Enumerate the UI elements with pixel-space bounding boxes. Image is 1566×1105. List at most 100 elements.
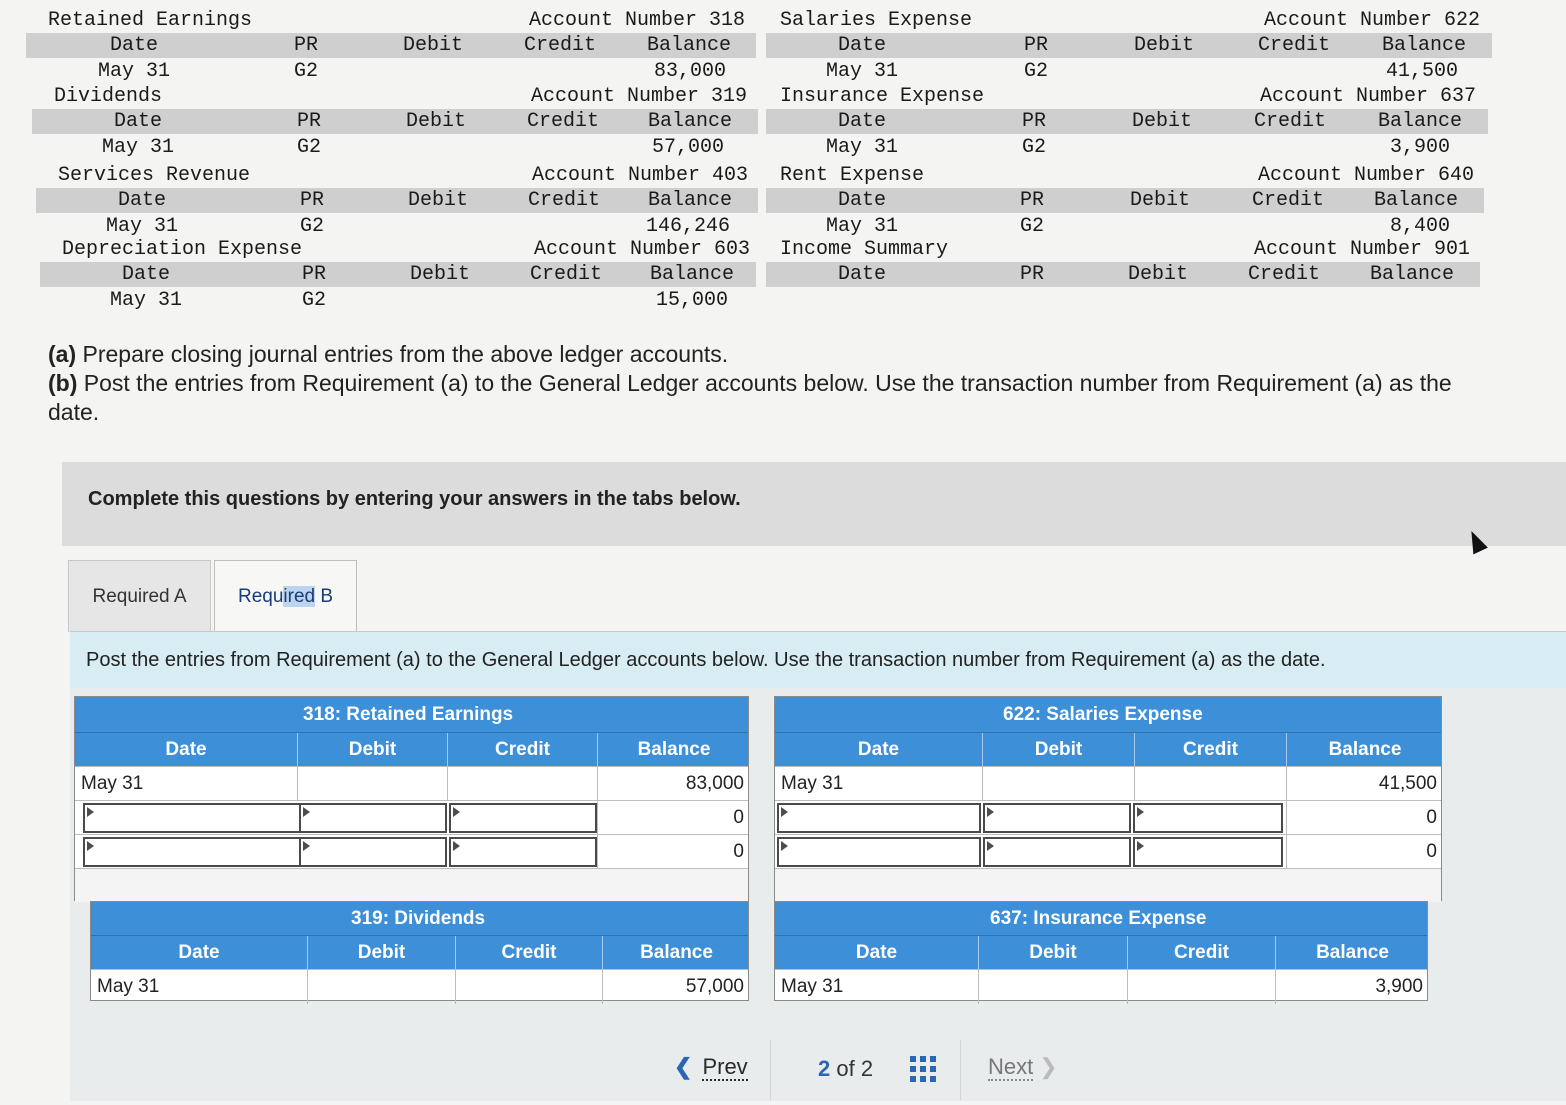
ledger-account-number: Account Number 640 (1258, 164, 1475, 187)
date-input[interactable] (83, 837, 301, 867)
date-input[interactable] (83, 803, 301, 833)
ledger-retained-earnings: Retained Earnings Account Number 318 Date… (26, 8, 756, 84)
ledger-depreciation-expense: Depreciation Expense Account Number 603 D… (40, 237, 756, 313)
row-debit (307, 970, 455, 1004)
ledger-row-pr: G2 (300, 215, 325, 238)
tab-required-a-label: Required A (92, 586, 187, 607)
next-button[interactable]: Next ❯ (988, 1054, 1058, 1081)
credit-input[interactable] (1133, 803, 1283, 833)
row-credit (455, 970, 602, 1004)
ledger-col-balance: Balance (1370, 263, 1455, 286)
col-credit: Credit (455, 936, 602, 970)
row-balance: 0 (1286, 835, 1443, 869)
table-row: 0 (75, 834, 748, 869)
col-balance: Balance (1275, 936, 1429, 970)
row-date: May 31 (81, 773, 144, 794)
ledger-col-debit: Debit (1128, 263, 1189, 286)
col-debit: Debit (982, 733, 1134, 767)
row-date: May 31 (781, 976, 844, 997)
row-balance: 57,000 (602, 970, 750, 1004)
next-label: Next (988, 1054, 1034, 1081)
ledger-account-number: Account Number 319 (531, 85, 748, 108)
pager-divider (770, 1040, 771, 1100)
instruction-b-text: Post the entries from Requirement (a) to… (48, 370, 1452, 425)
ledger-col-balance: Balance (647, 34, 732, 57)
ledger-account-number: Account Number 603 (534, 238, 751, 261)
tab-required-a[interactable]: Required A (68, 560, 211, 632)
row-date: May 31 (97, 976, 160, 997)
ledger-account-name: Income Summary (780, 238, 949, 261)
ledger-account-number: Account Number 318 (529, 9, 746, 32)
ledger-col-date: Date (118, 189, 167, 212)
grid-spacer (75, 868, 748, 902)
ledger-row-pr: G2 (1024, 60, 1049, 83)
ledger-col-debit: Debit (1130, 189, 1191, 212)
ledger-col-credit: Credit (527, 110, 600, 133)
ledger-account-number: Account Number 637 (1260, 85, 1477, 108)
ledger-col-balance: Balance (648, 110, 733, 133)
panel-instruction: Post the entries from Requirement (a) to… (70, 632, 1566, 688)
instruction-a-label: (a) (48, 341, 77, 367)
row-debit (982, 767, 1134, 801)
ledger-row-balance: 146,246 (646, 215, 731, 238)
ledger-col-credit: Credit (1258, 34, 1331, 57)
ledger-col-credit: Credit (1252, 189, 1325, 212)
ledger-row-balance: 3,900 (1390, 136, 1451, 159)
question-instructions: (a) Prepare closing journal entries from… (48, 340, 1508, 427)
ledger-col-date: Date (838, 34, 887, 57)
grid-view-icon[interactable] (910, 1056, 936, 1082)
pagination: ❮ Prev 2 of 2 Next ❯ (640, 1040, 1100, 1100)
ledger-col-debit: Debit (1132, 110, 1193, 133)
col-date: Date (857, 739, 900, 760)
col-date: Date (165, 739, 207, 760)
row-balance: 83,000 (597, 767, 750, 801)
tab-label-highlight: ired (283, 586, 316, 607)
row-debit (297, 767, 447, 801)
ledger-col-pr: PR (1022, 110, 1047, 133)
col-balance: Balance (602, 936, 750, 970)
tab-label-part: B (315, 586, 334, 607)
debit-input[interactable] (983, 837, 1131, 867)
instruction-a: (a) Prepare closing journal entries from… (48, 340, 1508, 369)
panel-instruction-text: Post the entries from Requirement (a) to… (86, 649, 1326, 671)
credit-input[interactable] (1133, 837, 1283, 867)
grid-header: Date Debit Credit Balance (75, 732, 748, 767)
grid-title: 622: Salaries Expense (775, 697, 1441, 732)
chevron-left-icon: ❮ (674, 1054, 693, 1079)
page-of: of (836, 1056, 855, 1081)
credit-input[interactable] (449, 837, 597, 867)
ledger-row-balance: 57,000 (652, 136, 725, 159)
table-row: 0 (775, 800, 1441, 835)
ledger-row-balance: 15,000 (656, 289, 729, 312)
date-input[interactable] (777, 837, 981, 867)
ledger-col-date: Date (838, 263, 887, 286)
ledger-row-date: May 31 (106, 215, 179, 238)
table-row: May 31 41,500 (775, 766, 1443, 801)
tab-required-b[interactable]: Required B (214, 560, 357, 632)
ledger-col-pr: PR (294, 34, 319, 57)
ledger-row-balance: 83,000 (654, 60, 727, 83)
grid-salaries-expense: 622: Salaries Expense Date Debit Credit … (774, 696, 1443, 902)
ledger-col-credit: Credit (530, 263, 603, 286)
debit-input[interactable] (299, 803, 447, 833)
debit-input[interactable] (299, 837, 447, 867)
row-balance: 41,500 (1286, 767, 1443, 801)
instruction-b: (b) Post the entries from Requirement (a… (48, 369, 1508, 427)
ledger-row-date: May 31 (826, 136, 899, 159)
date-input[interactable] (777, 803, 981, 833)
current-page: 2 (818, 1056, 831, 1081)
ledger-row-pr: G2 (1022, 136, 1047, 159)
grid-spacer (775, 868, 1441, 902)
row-balance: 0 (597, 801, 750, 835)
ledger-col-balance: Balance (1382, 34, 1467, 57)
instruction-a-text: Prepare closing journal entries from the… (76, 341, 729, 367)
prev-button[interactable]: ❮ Prev (674, 1054, 748, 1081)
ledger-dividends: Dividends Account Number 319 Date PR Debit C… (32, 84, 758, 160)
ledger-col-credit: Credit (1254, 110, 1327, 133)
table-row: 0 (75, 800, 750, 835)
debit-input[interactable] (983, 803, 1131, 833)
ledger-row-balance: 41,500 (1386, 60, 1459, 83)
ledger-row-pr: G2 (1020, 215, 1045, 238)
credit-input[interactable] (449, 803, 597, 833)
ledger-services-revenue: Services Revenue Account Number 403 Date P… (36, 163, 758, 239)
